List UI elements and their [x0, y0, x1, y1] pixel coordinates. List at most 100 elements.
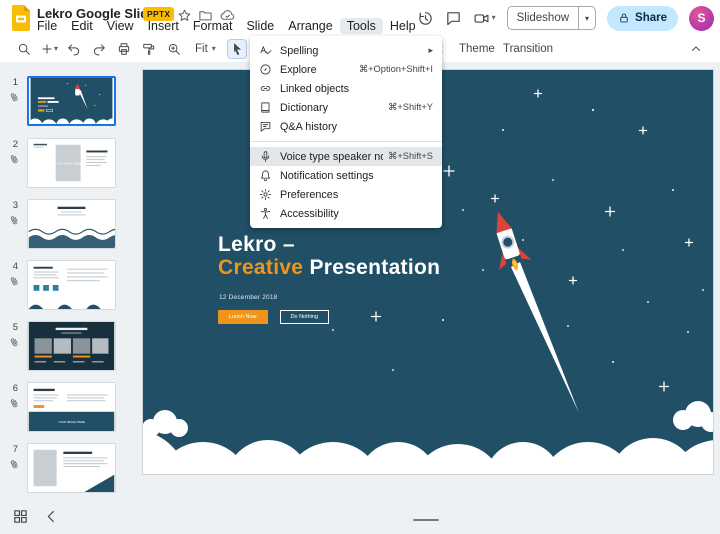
share-button[interactable]: Share	[607, 6, 678, 31]
slide-thumbnail-6[interactable]: YOUR IMAGE HERE	[27, 382, 116, 432]
menu-edit[interactable]: Edit	[64, 18, 100, 34]
slide-primary-button[interactable]: Lunch Now	[218, 310, 268, 324]
new-slide-button[interactable]: ▾	[39, 39, 59, 59]
slideshow-split-button: Slideshow ▾	[507, 6, 596, 30]
chevron-down-icon: ▾	[492, 14, 496, 22]
paperclip-icon	[6, 211, 21, 226]
spellcheck-icon	[259, 44, 272, 57]
undo-icon[interactable]	[64, 39, 84, 59]
meet-call-button[interactable]: ▾	[473, 10, 496, 27]
bell-icon	[259, 169, 272, 182]
thumbnail-art: YOUR IMAGE HERE	[28, 139, 115, 187]
menu-file[interactable]: File	[30, 18, 64, 34]
speaker-notes-handle[interactable]	[413, 519, 439, 522]
gear-icon	[259, 188, 272, 201]
grid-view-icon[interactable]	[12, 508, 29, 525]
menu-item-shortcut: ⌘+Option+Shift+I	[359, 64, 433, 75]
toolbar-left-group: ▾ Fit ▾	[14, 36, 272, 62]
qa-bubble-icon	[259, 120, 272, 133]
menu-item-notification-settings[interactable]: Notification settings	[250, 166, 442, 185]
menu-tools[interactable]: Tools	[340, 18, 383, 34]
slide-thumbnail-3[interactable]	[27, 199, 116, 249]
redo-icon[interactable]	[89, 39, 109, 59]
transition-button[interactable]: Transition	[503, 36, 553, 62]
menu-item-qa-history[interactable]: Q&A history	[250, 117, 442, 136]
slide-number: 5	[5, 322, 18, 333]
slide-thumbnail-4[interactable]	[27, 260, 116, 310]
thumbnail-row-1: 1	[0, 76, 130, 128]
slide-thumbnail-7[interactable]	[27, 443, 116, 493]
chevron-down-icon: ▾	[54, 45, 58, 53]
slides-logo-icon[interactable]	[11, 5, 31, 31]
video-camera-icon	[473, 10, 490, 27]
menu-item-label: Explore	[280, 64, 354, 76]
google-slides-app: Lekro Google Slides PPTX File Edit View …	[0, 0, 720, 534]
menu-insert[interactable]: Insert	[141, 18, 186, 34]
menu-format[interactable]: Format	[186, 18, 240, 34]
menu-item-label: Spelling	[280, 45, 423, 57]
slide-title-accent: Creative	[218, 256, 303, 279]
slide-number: 4	[5, 261, 18, 272]
menu-item-explore[interactable]: Explore ⌘+Option+Shift+I	[250, 60, 442, 79]
menu-separator	[250, 141, 442, 142]
menu-item-label: Q&A history	[280, 121, 433, 133]
submenu-arrow-icon: ▸	[428, 45, 433, 56]
paperclip-icon	[6, 272, 21, 287]
select-tool-icon[interactable]	[227, 39, 247, 59]
menu-item-preferences[interactable]: Preferences	[250, 185, 442, 204]
slide-thumbnail-2[interactable]: YOUR IMAGE HERE	[27, 138, 116, 188]
slide-buttons: Lunch Now Do Nothing	[218, 310, 329, 324]
print-icon[interactable]	[114, 39, 134, 59]
paperclip-icon	[6, 455, 21, 470]
menu-arrange[interactable]: Arrange	[281, 18, 339, 34]
menu-item-voice-type-speaker-notes[interactable]: Voice type speaker notes ⌘+Shift+S	[250, 147, 442, 166]
thumbnail-art	[29, 78, 114, 124]
slide-number: 6	[5, 383, 18, 394]
thumb6-placeholder-text: YOUR IMAGE HERE	[58, 420, 85, 424]
menu-item-linked-objects[interactable]: Linked objects	[250, 79, 442, 98]
share-button-label: Share	[635, 12, 667, 24]
zoom-select-value: Fit	[195, 43, 208, 55]
comments-icon[interactable]	[445, 10, 462, 27]
slideshow-button[interactable]: Slideshow	[508, 12, 578, 24]
version-history-icon[interactable]	[417, 10, 434, 27]
slide-secondary-button[interactable]: Do Nothing	[280, 310, 330, 324]
search-menus-icon[interactable]	[14, 39, 34, 59]
slide-date-text[interactable]: 12 December 2018	[219, 294, 278, 301]
thumbnail-art	[28, 444, 115, 492]
paperclip-icon	[6, 150, 21, 165]
slide-thumbnail-5[interactable]	[27, 321, 116, 371]
zoom-icon[interactable]	[164, 39, 184, 59]
slide-title[interactable]: Lekro – Creative Presentation	[218, 233, 440, 279]
paint-format-icon[interactable]	[139, 39, 159, 59]
bottom-bar	[0, 500, 720, 534]
collapse-toolbar-icon[interactable]	[686, 39, 706, 59]
menu-item-label: Notification settings	[280, 170, 433, 182]
menu-slide[interactable]: Slide	[239, 18, 281, 34]
slide-thumbnail-1[interactable]	[27, 76, 116, 126]
thumbnail-art	[28, 200, 115, 248]
paperclip-icon	[6, 394, 21, 409]
thumbnail-row-5: 5	[0, 321, 130, 373]
slideshow-options-button[interactable]: ▾	[578, 7, 595, 29]
zoom-select-dropdown[interactable]: Fit ▾	[189, 43, 222, 55]
account-avatar[interactable]: S	[689, 6, 714, 31]
menu-view[interactable]: View	[100, 18, 141, 34]
menu-item-dictionary[interactable]: Dictionary ⌘+Shift+Y	[250, 98, 442, 117]
collapse-filmstrip-icon[interactable]	[43, 508, 60, 525]
titlebar: Lekro Google Slides PPTX File Edit View …	[0, 0, 720, 36]
thumbnail-art: YOUR IMAGE HERE	[28, 383, 115, 431]
slide-number: 1	[5, 77, 18, 88]
microphone-icon	[259, 150, 272, 163]
menu-item-accessibility[interactable]: Accessibility	[250, 204, 442, 223]
accessibility-icon	[259, 207, 272, 220]
dictionary-book-icon	[259, 101, 272, 114]
link-icon	[259, 82, 272, 95]
thumbnail-row-3: 3	[0, 199, 130, 251]
tools-dropdown-menu: Spelling ▸ Explore ⌘+Option+Shift+I Link…	[250, 36, 442, 228]
menu-item-spelling[interactable]: Spelling ▸	[250, 41, 442, 60]
slide-number: 2	[5, 139, 18, 150]
menu-item-label: Preferences	[280, 189, 433, 201]
theme-button[interactable]: Theme	[459, 36, 495, 62]
chevron-down-icon: ▾	[585, 14, 589, 23]
